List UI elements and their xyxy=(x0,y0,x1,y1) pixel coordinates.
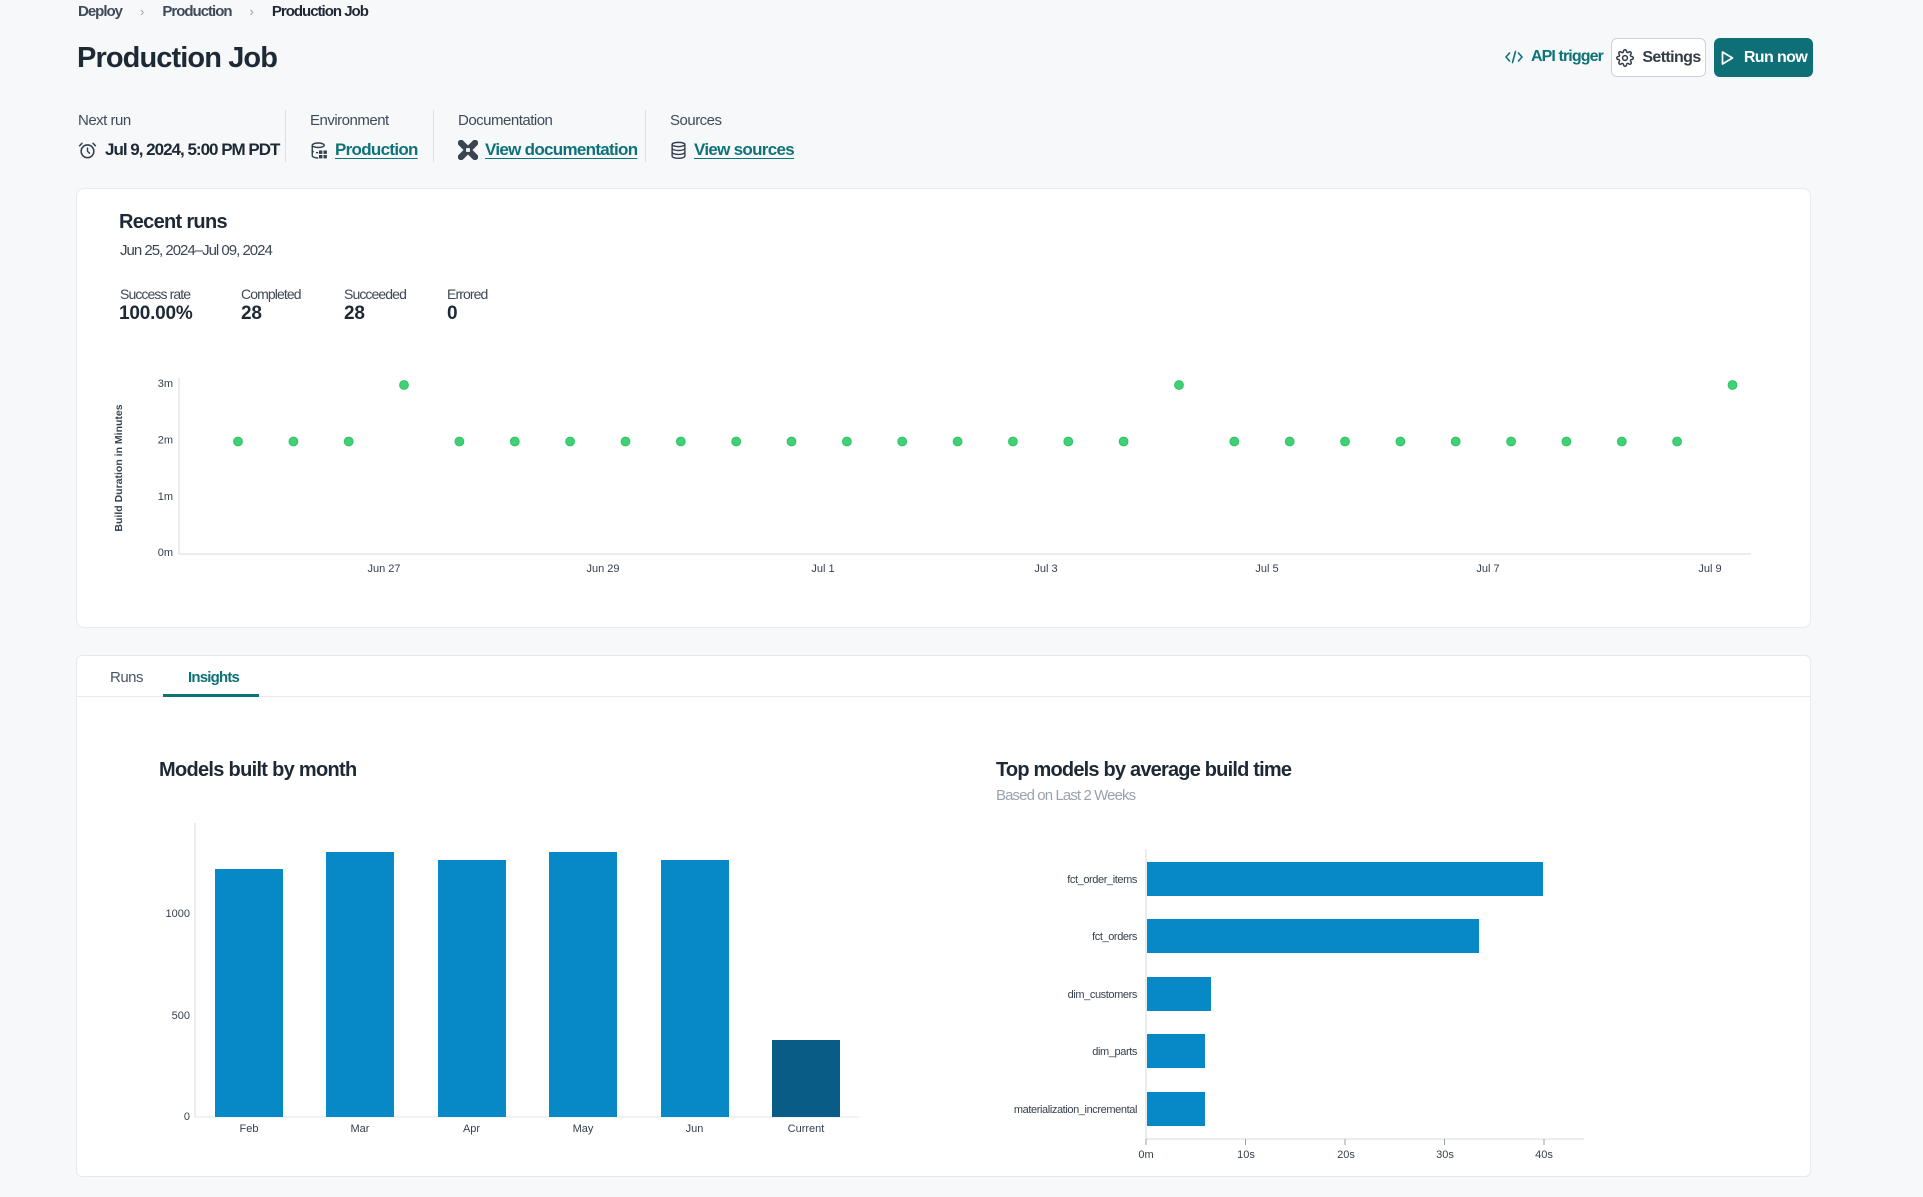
svg-text:fct_order_items: fct_order_items xyxy=(1067,874,1138,886)
svg-text:1m: 1m xyxy=(158,491,173,503)
svg-text:Current: Current xyxy=(788,1123,825,1135)
svg-text:30s: 30s xyxy=(1436,1149,1454,1161)
svg-text:500: 500 xyxy=(172,1010,190,1022)
svg-text:0m: 0m xyxy=(158,547,173,559)
svg-text:1000: 1000 xyxy=(166,908,190,920)
svg-text:3m: 3m xyxy=(158,378,173,390)
svg-text:Jun 27: Jun 27 xyxy=(367,563,400,575)
svg-text:Build Duration in Minutes: Build Duration in Minutes xyxy=(113,404,125,531)
svg-text:Jun: Jun xyxy=(686,1123,704,1135)
svg-text:materialization_incremental: materialization_incremental xyxy=(1014,1104,1137,1116)
svg-text:May: May xyxy=(573,1123,594,1135)
svg-text:Jul 7: Jul 7 xyxy=(1476,563,1499,575)
svg-text:Jul 3: Jul 3 xyxy=(1034,563,1057,575)
svg-text:Jul 5: Jul 5 xyxy=(1255,563,1278,575)
svg-text:dim_customers: dim_customers xyxy=(1068,989,1138,1001)
svg-text:Jul 1: Jul 1 xyxy=(811,563,834,575)
svg-text:40s: 40s xyxy=(1535,1149,1553,1161)
svg-text:20s: 20s xyxy=(1337,1149,1355,1161)
svg-text:Feb: Feb xyxy=(240,1123,259,1135)
svg-text:dim_parts: dim_parts xyxy=(1092,1046,1138,1058)
svg-text:0m: 0m xyxy=(1138,1149,1153,1161)
svg-text:10s: 10s xyxy=(1237,1149,1255,1161)
svg-text:Apr: Apr xyxy=(463,1123,480,1135)
svg-text:2m: 2m xyxy=(158,435,173,447)
svg-text:Mar: Mar xyxy=(351,1123,370,1135)
svg-text:fct_orders: fct_orders xyxy=(1092,931,1138,943)
svg-text:0: 0 xyxy=(184,1111,190,1123)
svg-text:Jul 9: Jul 9 xyxy=(1698,563,1721,575)
svg-text:Jun 29: Jun 29 xyxy=(586,563,619,575)
